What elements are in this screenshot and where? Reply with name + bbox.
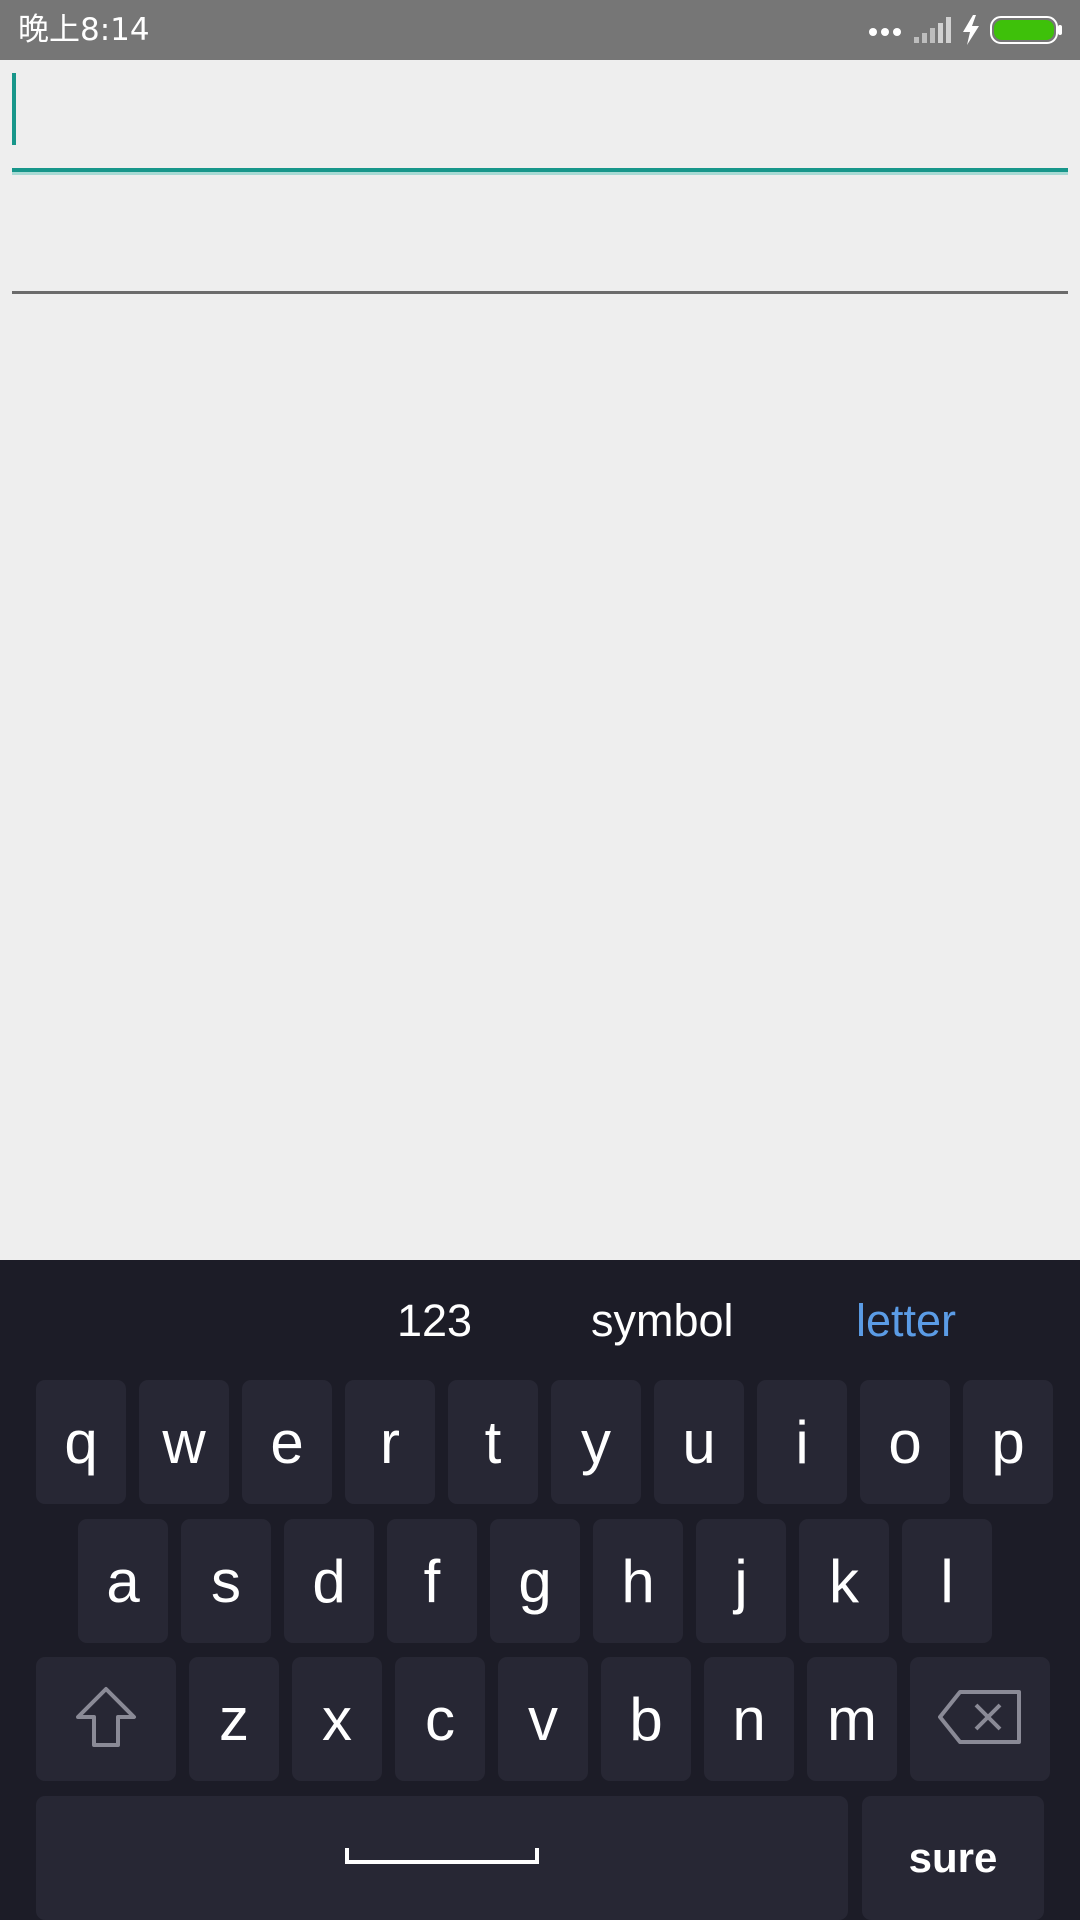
key-l[interactable]: l (902, 1519, 992, 1643)
space-key[interactable] (36, 1796, 848, 1920)
field-1-underline (12, 168, 1068, 175)
backspace-icon (938, 1689, 1022, 1749)
charging-icon (962, 15, 980, 45)
field-2-underline (12, 291, 1068, 294)
text-field-1[interactable] (12, 68, 1068, 175)
key-d[interactable]: d (284, 1519, 374, 1643)
key-b[interactable]: b (601, 1657, 691, 1781)
key-x[interactable]: x (292, 1657, 382, 1781)
backspace-key[interactable] (910, 1657, 1050, 1781)
status-icons (868, 14, 1064, 46)
keyboard: 123 symbol letter q w e r t y u i o p a … (0, 1260, 1080, 1920)
key-h[interactable]: h (593, 1519, 683, 1643)
signal-icon (914, 17, 952, 43)
key-z[interactable]: z (189, 1657, 279, 1781)
key-r[interactable]: r (345, 1380, 435, 1504)
key-k[interactable]: k (799, 1519, 889, 1643)
key-y[interactable]: y (551, 1380, 641, 1504)
key-f[interactable]: f (387, 1519, 477, 1643)
key-j[interactable]: j (696, 1519, 786, 1643)
key-t[interactable]: t (448, 1380, 538, 1504)
text-field-2[interactable] (12, 190, 1068, 294)
shift-key[interactable] (36, 1657, 176, 1781)
text-cursor (12, 73, 16, 145)
mode-tab-123[interactable]: 123 (397, 1295, 472, 1347)
key-s[interactable]: s (181, 1519, 271, 1643)
key-g[interactable]: g (490, 1519, 580, 1643)
text-input-2[interactable] (22, 190, 1066, 282)
shift-icon (74, 1685, 138, 1753)
key-w[interactable]: w (139, 1380, 229, 1504)
status-bar: 晚上8:14 (0, 0, 1080, 60)
key-v[interactable]: v (498, 1657, 588, 1781)
mode-tab-symbol[interactable]: symbol (591, 1295, 734, 1347)
more-dots-icon (868, 24, 904, 36)
key-u[interactable]: u (654, 1380, 744, 1504)
key-m[interactable]: m (807, 1657, 897, 1781)
mode-tab-letter[interactable]: letter (856, 1295, 956, 1347)
key-a[interactable]: a (78, 1519, 168, 1643)
key-n[interactable]: n (704, 1657, 794, 1781)
key-e[interactable]: e (242, 1380, 332, 1504)
key-p[interactable]: p (963, 1380, 1053, 1504)
status-time: 晚上8:14 (18, 12, 150, 48)
battery-icon (990, 15, 1064, 45)
key-i[interactable]: i (757, 1380, 847, 1504)
space-bar-icon (345, 1846, 539, 1870)
key-o[interactable]: o (860, 1380, 950, 1504)
sure-button[interactable]: sure (862, 1796, 1044, 1920)
key-q[interactable]: q (36, 1380, 126, 1504)
app-screen: 晚上8:14 123 symbol letter q w e r t y u i… (0, 0, 1080, 1920)
key-c[interactable]: c (395, 1657, 485, 1781)
text-input-1[interactable] (22, 68, 1066, 160)
